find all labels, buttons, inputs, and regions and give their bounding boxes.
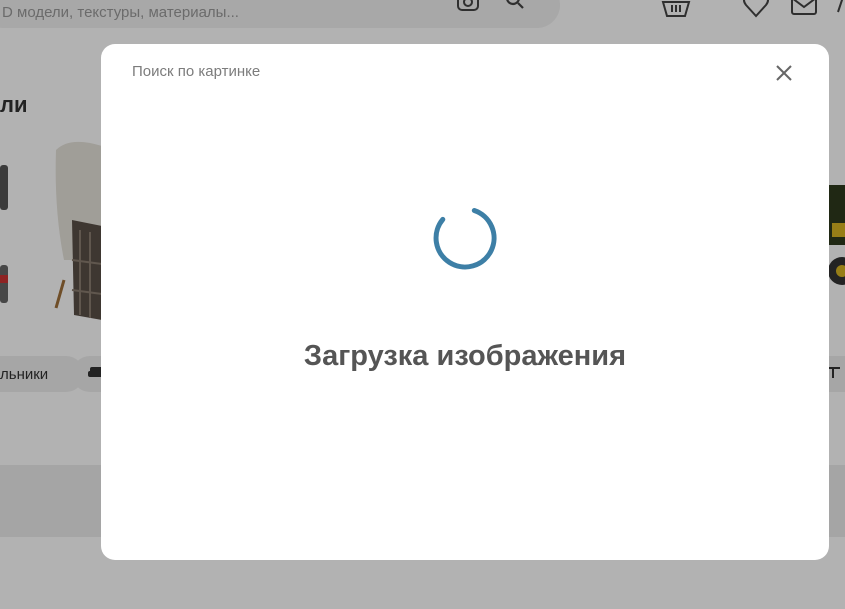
modal-title: Поиск по картинке	[132, 63, 261, 80]
loading-spinner-icon	[433, 208, 497, 270]
loading-text: Загрузка изображения	[303, 340, 627, 372]
close-button[interactable]	[769, 58, 799, 88]
close-icon	[776, 65, 792, 81]
image-search-modal: Поиск по картинке Загрузка изображения	[101, 44, 829, 560]
